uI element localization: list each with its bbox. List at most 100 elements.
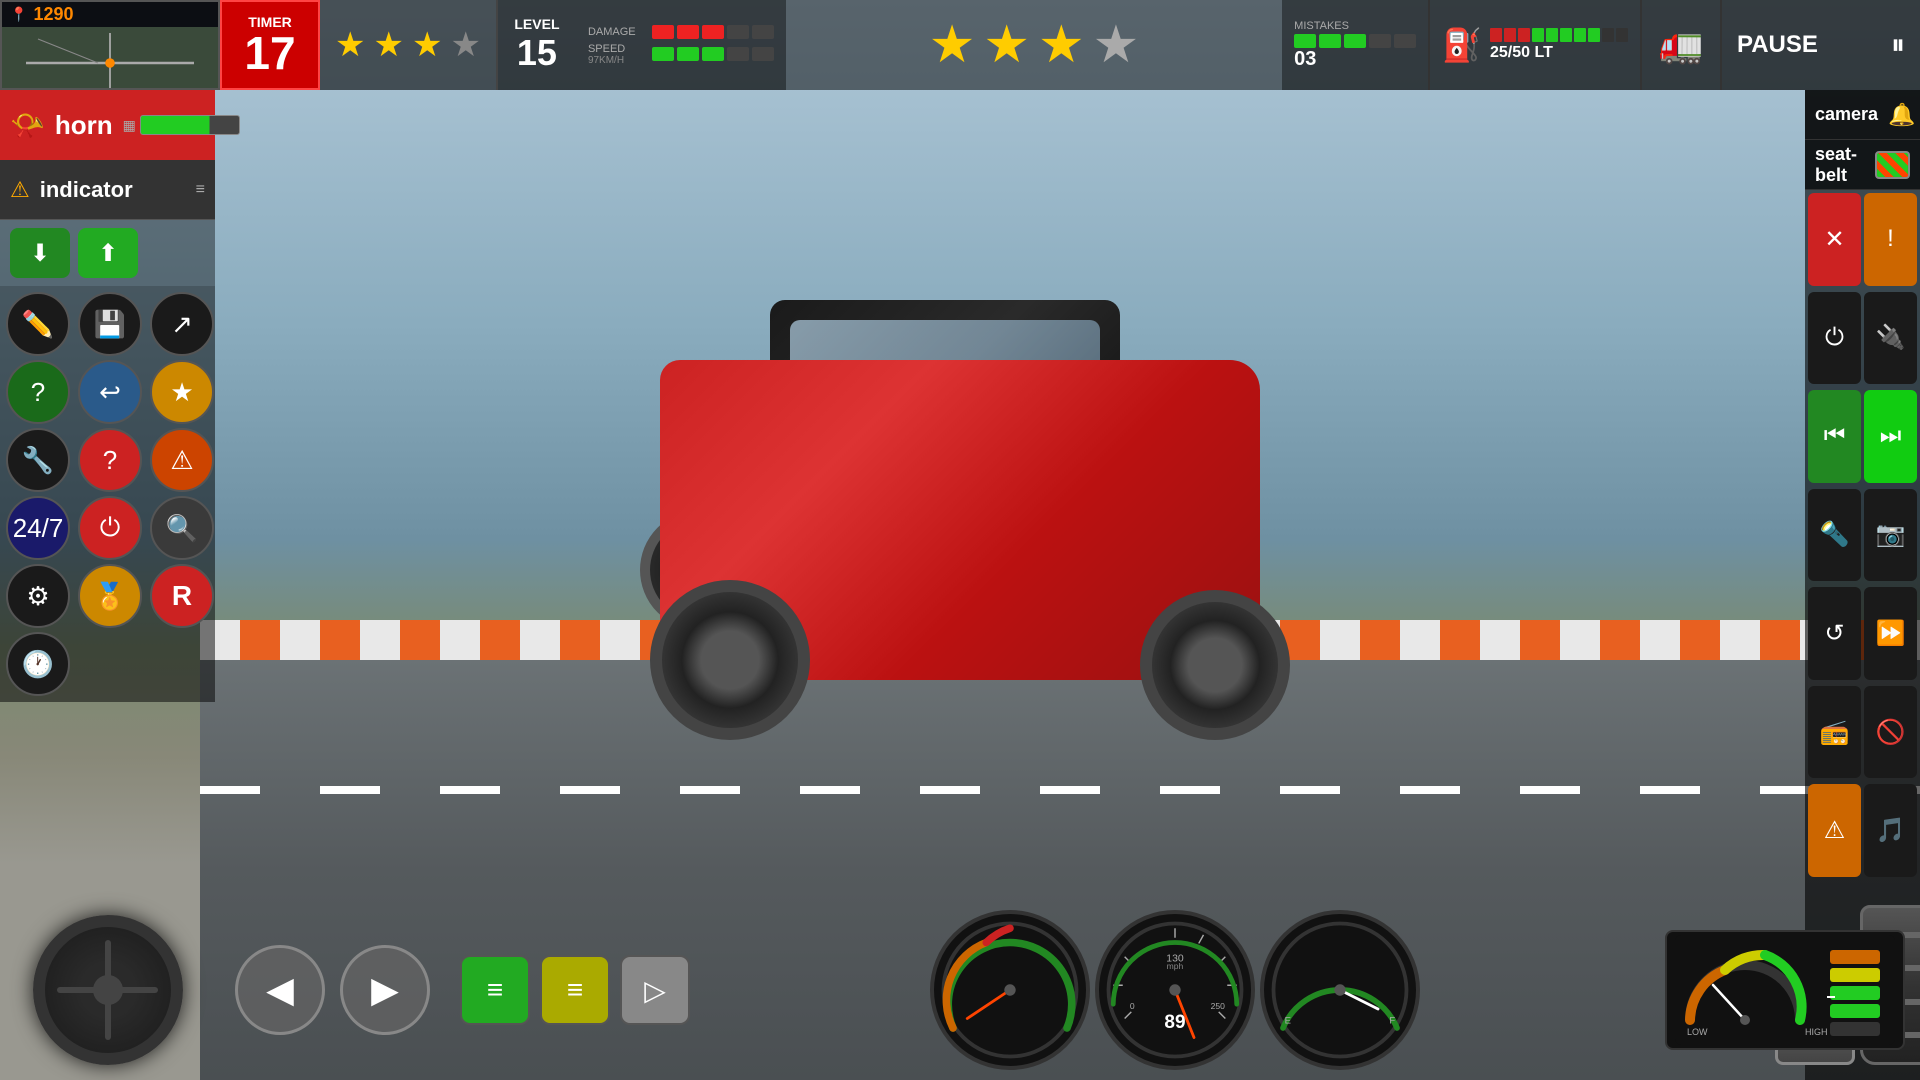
big-star-2: ★ [983,15,1030,75]
mistake-dot-5 [1394,34,1416,48]
speedometer-button[interactable]: 🕐 [6,632,70,696]
warning-button[interactable]: ⚠ [150,428,214,492]
radio-button[interactable]: 📻 [1808,686,1861,779]
r-button[interactable]: R [150,564,214,628]
next-button[interactable]: ⏭ [1864,390,1917,483]
indicator-row[interactable]: ⚠ indicator ≡ [0,160,215,220]
share-button[interactable]: ↗ [150,292,214,356]
rpm-gauge [930,910,1090,1070]
fuel-seg-7 [1574,28,1586,42]
exclaim-button[interactable]: ! [1864,193,1917,286]
power-right-button[interactable]: ⏻ [1808,292,1861,385]
rpm-gauge-svg [934,914,1086,1066]
right-arrow-button[interactable]: ▶ [340,945,430,1035]
no-signal-button[interactable]: 🚫 [1864,686,1917,779]
pause-icon[interactable]: ⏸ [1891,29,1905,62]
plug-button[interactable]: 🔌 [1864,292,1917,385]
indicator-icon: ⚠ [10,177,30,203]
scroll-up-button[interactable]: ⬆ [78,228,138,278]
speed-value: 97KM/H [588,55,648,66]
truck-box: 🚛 [1640,0,1720,90]
damage-dot-4 [727,25,749,39]
parking-light-button[interactable]: ≡ [540,955,610,1025]
fast-forward-button[interactable]: ⏩ [1864,587,1917,680]
left-arrow-button[interactable]: ◀ [235,945,325,1035]
seatbelt-row[interactable]: seat-belt [1805,140,1920,190]
fuel-info: 25/50 LT [1490,28,1628,62]
right-btn-row-6: 📻 🚫 [1805,683,1920,782]
scroll-down-button[interactable]: ⬇ [10,228,70,278]
extra-gauges-svg: LOW HIGH [1675,935,1895,1045]
mistakes-dots [1294,34,1416,48]
horn-fuel-icon: ▦ [123,117,136,134]
steering-wheel[interactable] [33,915,183,1065]
svg-text:LOW: LOW [1687,1027,1708,1037]
edit-button[interactable]: ✏️ [6,292,70,356]
close-button[interactable]: ✕ [1808,193,1861,286]
svg-text:E: E [1285,1015,1291,1026]
seatbelt-label: seat-belt [1815,144,1865,186]
icon-grid: ✏️ 💾 ↗ ? ↩ ★ 🔧 ? ⚠ 24/7 ⏻ 🔍 ⚙ 🏅 R 🕐 [0,286,215,702]
medal-button[interactable]: 🏅 [78,564,142,628]
right-btn-row-5: ↺ ⏩ [1805,584,1920,683]
rewind-button[interactable]: ↺ [1808,587,1861,680]
headlight-button[interactable]: ≡ [460,955,530,1025]
horn-bar [140,115,240,135]
wrench-button[interactable]: 🔧 [6,428,70,492]
extra-gauges-container: LOW HIGH [1650,930,1920,1050]
indicator-more: ≡ [196,181,205,199]
horn-label: horn [55,110,113,141]
star-4: ★ [450,25,480,65]
power-button[interactable]: ⏻ [78,496,142,560]
svg-text:F: F [1389,1015,1395,1026]
center-stars: ★ ★ ★ ★ [786,0,1282,90]
alert-button[interactable]: ⚠ [1808,784,1861,877]
fuel-seg-1 [1490,28,1502,42]
camera-row[interactable]: camera 🔔 [1805,90,1920,140]
speed-dot-5 [752,47,774,61]
timer-value: 17 [244,30,295,76]
beam-button[interactable]: ▷ [620,955,690,1025]
flashlight-button[interactable]: 🔦 [1808,489,1861,582]
settings-button[interactable]: ⚙ [6,564,70,628]
right-btn-row-2: ⏻ 🔌 [1805,289,1920,388]
hours-button[interactable]: 24/7 [6,496,70,560]
star-3: ★ [412,25,442,65]
speed-gauge: 130 mph 0 250 89 [1095,910,1255,1070]
car-wheel-front [1140,590,1290,740]
fuel-seg-10 [1616,28,1628,42]
undo-button[interactable]: ↩ [78,360,142,424]
fuel-seg-9 [1602,28,1614,42]
damage-dots [652,25,774,39]
photo-button[interactable]: 📷 [1864,489,1917,582]
fuel-seg-5 [1546,28,1558,42]
damage-label: DAMAGE [588,26,648,38]
minimap-distance: 📍 1290 [2,2,218,27]
big-star-4: ★ [1093,15,1140,75]
zoom-button[interactable]: 🔍 [150,496,214,560]
indicator-label: indicator [40,177,133,203]
speed-dot-3 [702,47,724,61]
question-button[interactable]: ? [6,360,70,424]
fuel-seg-6 [1560,28,1572,42]
fuel-gauge-circle: E F [1260,910,1420,1070]
big-star-3: ★ [1038,15,1085,75]
fuel-bar-row [1490,28,1628,42]
damage-dot-3 [702,25,724,39]
steering-area [0,900,215,1080]
star-button[interactable]: ★ [150,360,214,424]
horn-row[interactable]: 📯 horn ▦ [0,90,215,160]
extra-gauges: LOW HIGH [1665,930,1905,1050]
save-button[interactable]: 💾 [78,292,142,356]
mistakes-value: 03 [1294,48,1416,71]
light-buttons: ≡ ≡ ▷ [450,955,700,1025]
prev-button[interactable]: ⏮ [1808,390,1861,483]
svg-text:HIGH: HIGH [1805,1027,1828,1037]
svg-text:0: 0 [1130,1001,1135,1011]
speed-gauge-circle: 130 mph 0 250 89 [1095,910,1255,1070]
horn-fuel-bar: ▦ [123,115,240,135]
big-star-1: ★ [929,15,976,75]
help-button[interactable]: ? [78,428,142,492]
speed-gauge-svg: 130 mph 0 250 89 [1099,914,1251,1066]
music-button[interactable]: 🎵 [1864,784,1917,877]
